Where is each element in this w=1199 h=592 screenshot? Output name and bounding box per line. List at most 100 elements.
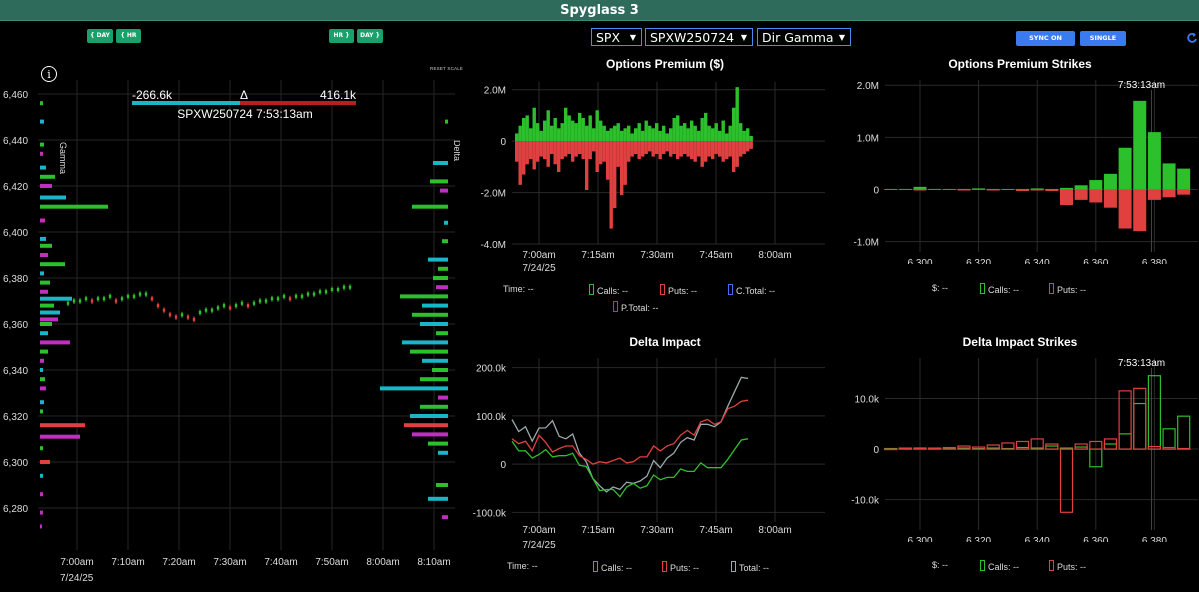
legend-ptotal[interactable]: P.Total: -- — [613, 301, 658, 313]
calls-bar — [557, 128, 561, 142]
delta-impact-strikes-chart[interactable]: 10.0k 0 -10.0k 6,300 6,320 6,340 6,360 6,380 7:5… — [840, 350, 1199, 542]
puts-bar — [721, 141, 725, 162]
x-tick-label: 7:45am — [699, 525, 732, 536]
delta-legend-calls[interactable]: Calls: -- — [593, 561, 632, 573]
puts-strike-bar — [913, 189, 927, 191]
candle — [240, 301, 244, 305]
puts-swatch — [660, 284, 665, 295]
y-tick-label: 6,300 — [3, 458, 28, 469]
strikes-legend-calls[interactable]: Calls: -- — [980, 283, 1019, 295]
calls-bar — [648, 125, 652, 142]
calls-bar — [592, 128, 596, 142]
gamma-bar — [40, 446, 43, 451]
contract-select[interactable]: SPXW250724 ▼ — [645, 28, 753, 46]
gamma-bar — [40, 409, 43, 414]
puts-strike-bar — [972, 189, 986, 190]
puts-bar — [672, 141, 676, 154]
strikes-legend-puts[interactable]: Puts: -- — [1049, 283, 1086, 295]
dstrikes-legend-calls[interactable]: Calls: -- — [980, 560, 1019, 572]
puts-bar — [550, 141, 554, 154]
delta-bar — [442, 239, 448, 244]
candle — [306, 292, 310, 296]
hour-back-button[interactable]: { HR — [116, 29, 141, 43]
puts-bar — [539, 141, 543, 157]
symbol-select[interactable]: SPX ▼ — [591, 28, 642, 46]
gamma-bar — [40, 296, 72, 301]
legend-price-value: -- — [942, 283, 949, 293]
dstrikes-legend-puts[interactable]: Puts: -- — [1049, 560, 1086, 572]
x-tick-label: 7:30am — [640, 525, 673, 536]
puts-strike-bar — [884, 448, 898, 451]
delta-impact-chart[interactable]: 200.0k 100.0k 0 -100.0k 7:00am 7:15am 7:30am 7:… — [460, 350, 840, 560]
calls-swatch — [593, 561, 598, 572]
calls-bar — [683, 123, 687, 142]
gamma-bar — [40, 317, 58, 322]
puts-strike-bar — [957, 189, 971, 191]
delta-legend-puts[interactable]: Puts: -- — [662, 561, 699, 573]
legend-total-label: Total: — [739, 563, 761, 573]
delta-bar — [440, 188, 448, 193]
candle — [126, 294, 130, 298]
gamma-bar — [40, 377, 45, 382]
options-premium-strikes-chart[interactable]: 2.0M 1.0M 0 -1.0M 6,300 6,320 6,340 6,360 6,380 7… — [840, 72, 1199, 264]
puts-strike-bar — [1059, 448, 1074, 513]
legend-calls[interactable]: Calls: -- — [589, 284, 628, 296]
puts-strike-bar — [1103, 189, 1117, 208]
delta-bar — [412, 204, 448, 209]
calls-bar — [658, 130, 662, 142]
y-tick-label: 6,440 — [3, 136, 28, 147]
calls-bar — [707, 125, 711, 142]
candle — [282, 294, 286, 298]
calls-line — [511, 438, 749, 498]
hour-forward-button[interactable]: HR } — [329, 29, 354, 43]
calls-strike-bar — [898, 188, 912, 190]
calls-bar — [644, 120, 648, 142]
puts-bar — [634, 141, 638, 154]
calls-bar — [515, 133, 519, 142]
sync-on-button[interactable]: SYNC ON — [1016, 31, 1075, 46]
puts-swatch — [662, 561, 667, 572]
puts-strike-bar — [1030, 189, 1044, 191]
y-tick-label: 6,380 — [3, 274, 28, 285]
calls-bar — [651, 128, 655, 142]
delta-legend-total[interactable]: Total: -- — [731, 561, 769, 573]
calls-strike-bar — [1133, 402, 1147, 450]
delta-bar — [410, 349, 448, 354]
options-premium-chart[interactable]: 2.0M 0 -2.0M -4.0M 7:00am 7:15am 7:30am 7:45am 8… — [460, 72, 840, 282]
legend-ctotal-label: C.Total: — [736, 286, 767, 296]
day-back-button[interactable]: { DAY — [87, 29, 113, 43]
legend-puts[interactable]: Puts: -- — [660, 284, 697, 296]
legend-price-value: -- — [942, 560, 949, 570]
main-price-chart[interactable]: 6,460 6,440 6,420 6,400 6,380 6,360 6,340 6,320… — [0, 60, 460, 592]
calls-strike-bar — [1001, 188, 1015, 190]
refresh-icon[interactable] — [1186, 32, 1198, 44]
calls-bar — [574, 123, 578, 142]
single-button[interactable]: SINGLE — [1080, 31, 1126, 46]
puts-strike-bar — [913, 447, 927, 450]
puts-bar — [658, 141, 662, 160]
gamma-bar — [40, 280, 50, 285]
calls-bar — [536, 123, 540, 142]
candle — [162, 308, 166, 312]
timestamp-label: 7:53:13am — [1118, 80, 1165, 91]
y-tick-label: 0 — [873, 445, 879, 456]
y-tick-label: 100.0k — [476, 412, 507, 423]
day-forward-button[interactable]: DAY } — [357, 29, 383, 43]
legend-ctotal-value: -- — [769, 286, 776, 296]
contract-select-value: SPXW250724 — [650, 30, 735, 45]
legend-ctotal[interactable]: C.Total: -- — [728, 284, 775, 296]
puts-bar — [700, 141, 704, 167]
puts-strike-bar — [1016, 189, 1030, 192]
calls-strike-bar — [957, 188, 971, 190]
legend-puts-value: -- — [693, 563, 700, 573]
calls-bar — [602, 125, 606, 142]
puts-bar — [707, 141, 711, 157]
calls-bar — [697, 130, 701, 142]
calls-bar — [550, 125, 554, 142]
app-title: Spyglass 3 — [560, 3, 639, 18]
legend-puts-label: Puts: — [668, 286, 689, 296]
puts-strike-bar — [1060, 189, 1073, 206]
y-tick-label: -100.0k — [473, 508, 507, 519]
mode-select[interactable]: Dir Gamma ▼ — [757, 28, 851, 46]
puts-bar — [546, 141, 550, 167]
